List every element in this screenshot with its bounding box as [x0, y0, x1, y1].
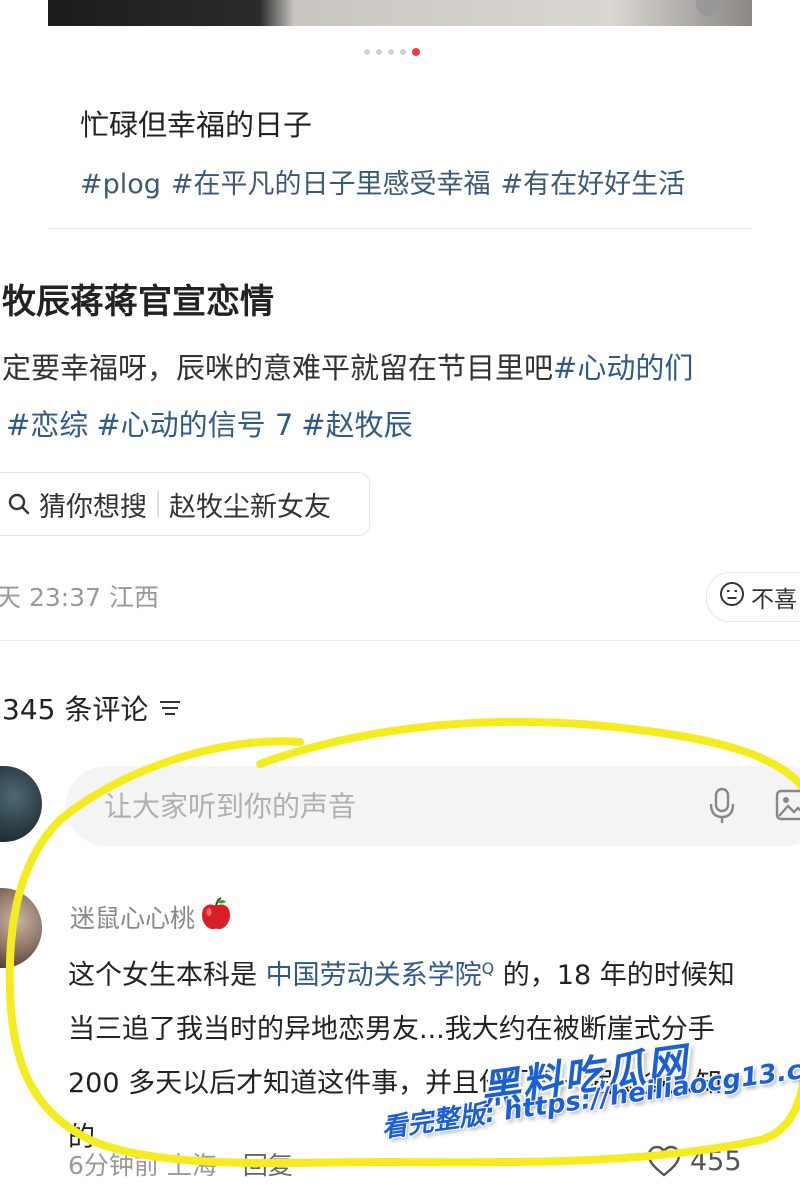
suggested-query: 赵牧尘新女友	[169, 491, 331, 523]
comment-time: 6分钟前 上海	[68, 1151, 217, 1180]
post-body-text: 定要幸福呀，辰咪的意难平就留在节目里吧	[2, 351, 554, 385]
post-tags: #恋综 #心动的信号 7 #赵牧辰	[6, 402, 421, 444]
comment-input-bar[interactable]	[66, 766, 800, 846]
comment-input[interactable]	[102, 788, 666, 824]
hashtag-link[interactable]: #有在好好生活	[501, 169, 686, 200]
post-meta: 天 23:37 江西	[0, 583, 159, 612]
comment-text-segment: 这个女生本科是	[68, 960, 266, 991]
avatar[interactable]	[0, 766, 42, 842]
card-title: 忙碌但幸福的日子	[80, 108, 313, 142]
carousel-dot	[400, 49, 406, 55]
comment-footer: 6分钟前 上海 回复	[68, 1146, 293, 1182]
post-image[interactable]	[48, 0, 752, 26]
hashtag-link[interactable]: #plog	[80, 169, 161, 200]
like-button[interactable]: 455	[646, 1144, 742, 1178]
carousel-dot	[376, 49, 382, 55]
divider	[0, 640, 800, 641]
unhappy-face-icon	[719, 581, 745, 613]
hashtag-link[interactable]: #赵牧辰	[301, 408, 412, 442]
username[interactable]: 迷鼠心心桃	[70, 899, 195, 935]
comment-line: 这个女生本科是 中国劳动关系学院Q 的，18 年的时候知	[68, 942, 800, 1003]
carousel-dot-active	[412, 48, 420, 56]
hashtag-link[interactable]: #心动的们	[553, 351, 693, 385]
dislike-button[interactable]: 不喜	[706, 572, 800, 622]
microphone-icon[interactable]	[706, 786, 738, 830]
dislike-label: 不喜	[751, 587, 797, 613]
comment-count: 345 条评论	[2, 693, 149, 726]
heart-icon	[647, 1145, 681, 1177]
guess-label: 猜你想搜	[39, 491, 147, 523]
carousel-indicator	[364, 47, 420, 57]
sort-icon[interactable]	[158, 692, 182, 725]
hashtag-link[interactable]: #心动的信号 7	[96, 408, 293, 442]
post-body: 定要幸福呀，辰咪的意难平就留在节目里吧#心动的们	[2, 345, 693, 387]
carousel-dot	[388, 49, 394, 55]
search-suggest-icon[interactable]: Q	[482, 959, 495, 978]
comment-line: 当三追了我当时的异地恋男友...我大约在被断崖式分手	[68, 1014, 715, 1045]
comment-text-segment: 的，18 年的时候知	[494, 960, 735, 991]
post-title: 牧辰蒋蒋官宣恋情	[2, 282, 274, 322]
hashtag-link[interactable]: #恋综	[6, 408, 88, 442]
search-icon	[7, 492, 31, 516]
divider	[48, 228, 752, 229]
image-icon[interactable]	[774, 788, 800, 826]
reply-button[interactable]: 回复	[243, 1151, 293, 1180]
comment-username[interactable]: 迷鼠心心桃	[70, 896, 233, 938]
like-count: 455	[690, 1145, 742, 1177]
school-search-link[interactable]: 中国劳动关系学院	[266, 960, 482, 991]
comments-header: 345 条评论	[2, 688, 182, 728]
card-tags: #plog #在平凡的日子里感受幸福 #有在好好生活	[80, 162, 695, 201]
hashtag-link[interactable]: #在平凡的日子里感受幸福	[171, 169, 491, 200]
carousel-dot	[364, 49, 370, 55]
image-control-icon[interactable]	[696, 0, 722, 16]
avatar[interactable]	[0, 888, 42, 968]
suggested-search-chip[interactable]: 猜你想搜 赵牧尘新女友	[0, 472, 370, 536]
apple-icon	[199, 896, 233, 938]
chip-separator	[157, 491, 159, 517]
